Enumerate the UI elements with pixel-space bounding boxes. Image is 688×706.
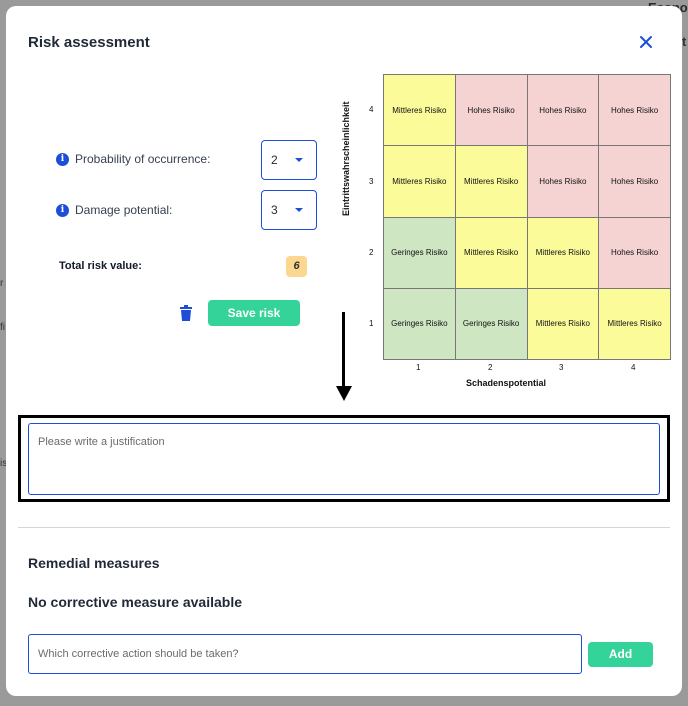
probability-value: 2 — [271, 153, 278, 167]
matrix-cell[interactable]: Mittleres Risiko — [455, 217, 528, 289]
y-tick-label: 3 — [369, 177, 374, 186]
info-icon[interactable]: i — [56, 203, 69, 217]
matrix-cell[interactable]: Mittleres Risiko — [455, 146, 528, 218]
x-tick-label: 1 — [416, 363, 421, 372]
y-tick-label: 2 — [369, 248, 374, 257]
matrix-cell[interactable]: Hohes Risiko — [527, 146, 600, 218]
matrix-cell[interactable]: Mittleres Risiko — [527, 217, 600, 289]
trash-icon[interactable] — [179, 305, 193, 321]
matrix-cell[interactable]: Mittleres Risiko — [599, 288, 671, 360]
background-fragment: r — [0, 278, 4, 289]
probability-label: Probability of occurrence: — [75, 152, 211, 166]
remedial-measures-title: Remedial measures — [28, 555, 160, 571]
y-tick-label: 1 — [369, 319, 374, 328]
matrix-cell[interactable]: Hohes Risiko — [599, 217, 671, 289]
matrix-cell[interactable]: Mittleres Risiko — [384, 75, 456, 147]
add-button[interactable]: Add — [588, 642, 653, 667]
info-icon[interactable]: i — [56, 152, 69, 166]
damage-value: 3 — [271, 203, 278, 217]
probability-select[interactable]: 2 — [261, 140, 317, 180]
matrix-cell[interactable]: Hohes Risiko — [455, 75, 528, 147]
save-risk-button[interactable]: Save risk — [208, 300, 300, 326]
matrix-cell[interactable]: Mittleres Risiko — [384, 146, 456, 218]
background-fragment: t — [682, 34, 687, 49]
total-risk-label: Total risk value: — [59, 260, 142, 272]
x-axis-label: Schadenspotential — [466, 378, 547, 388]
corrective-action-input[interactable] — [28, 634, 582, 674]
annotation-arrow — [342, 312, 345, 388]
close-icon[interactable] — [636, 32, 656, 52]
x-tick-label: 2 — [488, 363, 493, 372]
matrix-cell[interactable]: Geringes Risiko — [384, 217, 456, 289]
y-tick-label: 4 — [369, 105, 374, 114]
matrix-cell[interactable]: Geringes Risiko — [455, 288, 528, 360]
probability-row: i Probability of occurrence: — [56, 152, 210, 166]
modal-title: Risk assessment — [28, 34, 150, 51]
risk-matrix: Mittleres Risiko Hohes Risiko Hohes Risi… — [383, 74, 671, 360]
caret-down-icon — [295, 208, 303, 212]
divider — [18, 527, 670, 528]
y-axis-label: Eintrittswahrscheinlichkeit — [341, 101, 351, 216]
total-risk-badge: 6 — [286, 256, 307, 277]
damage-select[interactable]: 3 — [261, 190, 317, 230]
matrix-cell[interactable]: Hohes Risiko — [599, 75, 671, 147]
matrix-cell[interactable]: Hohes Risiko — [599, 146, 671, 218]
matrix-cell[interactable]: Geringes Risiko — [384, 288, 456, 360]
x-tick-label: 4 — [631, 363, 636, 372]
background-fragment: fi — [0, 322, 5, 333]
damage-label: Damage potential: — [75, 203, 173, 217]
matrix-cell[interactable]: Hohes Risiko — [527, 75, 600, 147]
x-tick-label: 3 — [559, 363, 564, 372]
risk-assessment-modal: Risk assessment i Probability of occurre… — [6, 6, 682, 696]
matrix-cell[interactable]: Mittleres Risiko — [527, 288, 600, 360]
damage-row: i Damage potential: — [56, 203, 172, 217]
justification-input[interactable] — [28, 423, 660, 495]
caret-down-icon — [295, 158, 303, 162]
empty-measures-message: No corrective measure available — [28, 594, 243, 610]
annotation-arrow-head — [336, 386, 352, 401]
